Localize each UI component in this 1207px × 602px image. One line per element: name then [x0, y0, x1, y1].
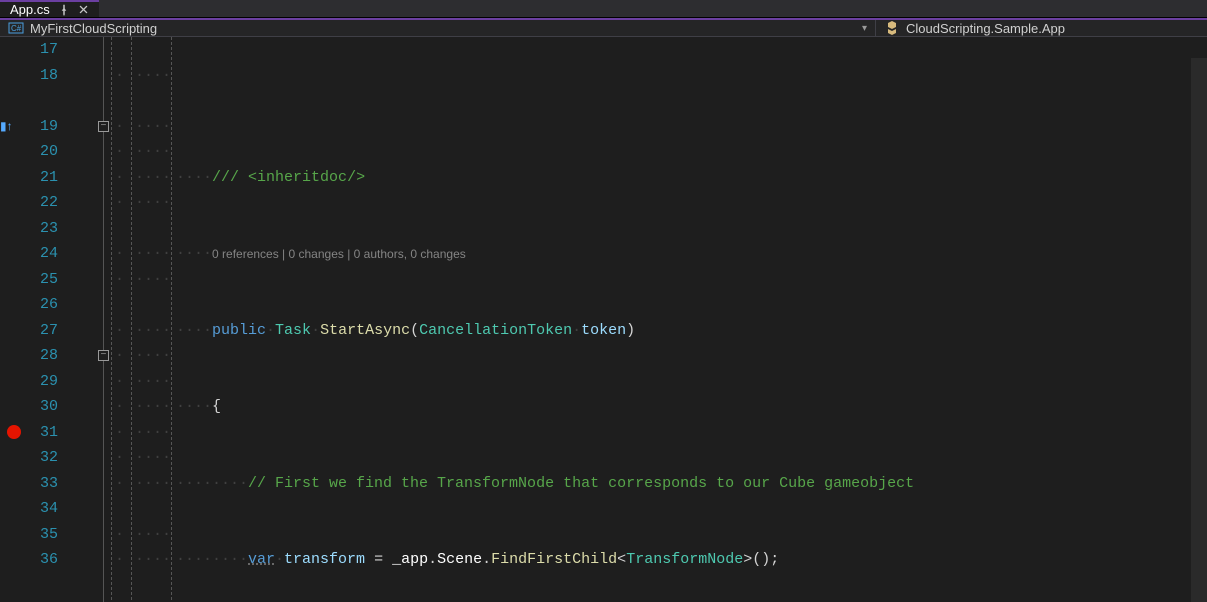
line-number: 22: [40, 190, 82, 216]
nav-scope-left[interactable]: C# MyFirstCloudScripting ▾: [0, 20, 875, 36]
fold-gutter[interactable]: − −: [94, 37, 112, 602]
line-number: 17: [40, 37, 82, 63]
glyph-margin[interactable]: ▮↑: [0, 37, 40, 602]
code-line: ····public·Task·StartAsync(CancellationT…: [176, 318, 1207, 344]
code-line: ····{: [176, 394, 1207, 420]
close-icon[interactable]: [78, 4, 89, 15]
nav-left-text: MyFirstCloudScripting: [30, 21, 157, 36]
line-number: 35: [40, 522, 82, 548]
code-line: [176, 88, 1207, 114]
line-number: 29: [40, 369, 82, 395]
line-number: 19: [40, 114, 82, 140]
code-line: ········// First we find the TransformNo…: [176, 471, 1207, 497]
line-number-gutter[interactable]: 17 18 19 20 21 22 23 24 25 26 27 28 29 3…: [40, 37, 94, 602]
chevron-down-icon[interactable]: ▾: [862, 23, 867, 34]
line-number: 27: [40, 318, 82, 344]
codelens[interactable]: ····0 references | 0 changes | 0 authors…: [176, 241, 1207, 267]
csharp-project-icon: C#: [8, 20, 24, 36]
line-number: 21: [40, 165, 82, 191]
line-number: 26: [40, 292, 82, 318]
tab-bar: App.cs: [0, 0, 1207, 18]
line-number: 30: [40, 394, 82, 420]
line-number: 18: [40, 63, 82, 89]
line-number: 24: [40, 241, 82, 267]
line-number: 34: [40, 496, 82, 522]
tab-title: App.cs: [10, 2, 50, 17]
line-number: 36: [40, 547, 82, 573]
nav-bar: C# MyFirstCloudScripting ▾ CloudScriptin…: [0, 18, 1207, 37]
vertical-scrollbar[interactable]: [1191, 58, 1207, 602]
tab-app-cs[interactable]: App.cs: [0, 0, 99, 17]
line-number: 28: [40, 343, 82, 369]
line-number: 32: [40, 445, 82, 471]
svg-text:C#: C#: [11, 24, 22, 33]
change-indicator-icon: ▮↑: [0, 116, 13, 136]
pin-icon[interactable]: [58, 4, 70, 16]
nav-right-text: CloudScripting.Sample.App: [906, 21, 1065, 36]
line-number: 31: [40, 420, 82, 446]
line-number: 20: [40, 139, 82, 165]
indent-guide: ········································…: [132, 37, 172, 602]
code-line: ····/// <inheritdoc/>: [176, 165, 1207, 191]
line-number: 33: [40, 471, 82, 497]
line-number: 23: [40, 216, 82, 242]
code-content[interactable]: ····/// <inheritdoc/> ····0 references |…: [172, 37, 1207, 602]
breakpoint-icon[interactable]: [7, 425, 21, 439]
code-editor[interactable]: ▮↑ 17 18 19 20 21 22 23 24 25 26 27 28 2…: [0, 37, 1207, 602]
fold-toggle-icon[interactable]: −: [98, 121, 109, 132]
fold-toggle-icon[interactable]: −: [98, 350, 109, 361]
nav-scope-right[interactable]: CloudScripting.Sample.App: [875, 20, 1073, 36]
code-line: ········var·transform = _app.Scene.FindF…: [176, 547, 1207, 573]
line-number: 25: [40, 267, 82, 293]
class-icon: [884, 20, 900, 36]
indent-guide: ················: [112, 37, 132, 602]
